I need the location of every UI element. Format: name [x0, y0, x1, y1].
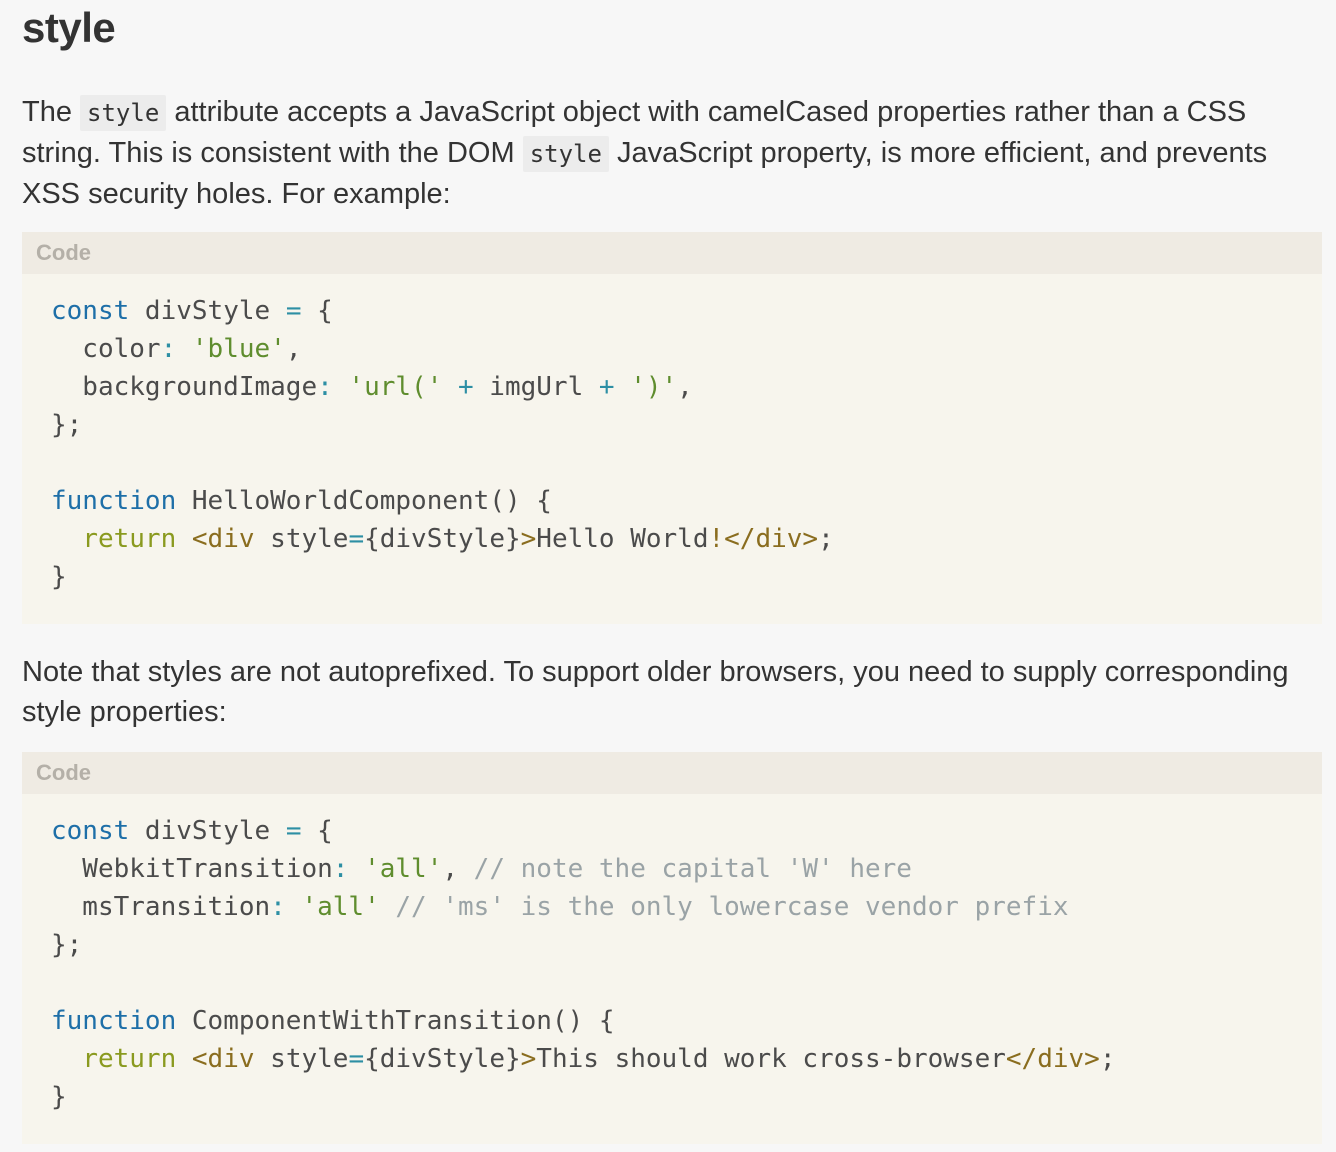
code-body[interactable]: const divStyle = { color: 'blue', backgr… [22, 274, 1322, 596]
code-token: Hello World [536, 524, 709, 554]
doc-page: style The style attribute accepts a Java… [0, 0, 1336, 1152]
code-token: const [51, 296, 130, 326]
code-token: ComponentWithTransition() { [176, 1006, 615, 1036]
code-token: divStyle [129, 296, 286, 326]
code-line: } [51, 558, 1322, 596]
code-token: This should work cross-browser [536, 1044, 1006, 1074]
code-token: + [458, 372, 474, 402]
inline-code-style: style [522, 136, 609, 172]
code-line: color: 'blue', [51, 330, 1322, 368]
code-token: <div [191, 1044, 255, 1074]
code-token: WebkitTransition [51, 854, 333, 884]
autoprefix-note-paragraph: Note that styles are not autoprefixed. T… [22, 656, 1289, 728]
code-line: msTransition: 'all' // 'ms' is the only … [51, 888, 1322, 926]
code-token: color [51, 334, 161, 364]
code-token: <div [191, 524, 255, 554]
code-token: </div> [1005, 1044, 1100, 1074]
code-token: imgUrl [473, 372, 599, 402]
code-token: : [332, 854, 349, 884]
code-line: }; [51, 926, 1322, 964]
code-token: = [348, 1044, 365, 1074]
code-token: = [348, 524, 365, 554]
code-token: , [442, 854, 474, 884]
code-token: 'all' [364, 854, 443, 884]
intro-paragraph: The style attribute accepts a JavaScript… [22, 92, 1322, 214]
code-token: { [301, 296, 333, 326]
code-token: 'blue' [191, 334, 286, 364]
code-token: , [677, 372, 693, 402]
code-token: : [160, 334, 177, 364]
code-token: : [270, 892, 286, 922]
code-token: {divStyle} [364, 524, 521, 554]
code-token: function [51, 1006, 177, 1036]
code-body[interactable]: const divStyle = { WebkitTransition: 'al… [22, 794, 1322, 1116]
section-heading: style [22, 4, 116, 51]
code-block-vendor-prefix-example: Code const divStyle = { WebkitTransition… [22, 752, 1322, 1144]
code-token: ; [1099, 1044, 1116, 1074]
code-token: {divStyle} [364, 1044, 521, 1074]
para-text: The [22, 96, 81, 128]
code-block-style-example: Code const divStyle = { color: 'blue', b… [22, 232, 1322, 624]
code-token: backgroundImage [51, 372, 318, 402]
code-block-label: Code [22, 232, 1322, 274]
code-line: WebkitTransition: 'all', // note the cap… [51, 850, 1322, 888]
code-token: } [51, 562, 67, 592]
code-token: !</div> [708, 524, 819, 554]
code-token: }; [51, 930, 83, 960]
code-token: style [254, 1044, 349, 1074]
inline-code-style: style [80, 95, 167, 131]
code-token: > [520, 524, 537, 554]
code-token: // 'ms' is the only lowercase vendor pre… [395, 892, 1069, 922]
code-line: return <div style={divStyle}>Hello World… [51, 520, 1322, 558]
code-token: } [51, 1082, 67, 1112]
code-line: const divStyle = { [51, 292, 1322, 330]
code-token: divStyle [129, 816, 286, 846]
code-token: const [51, 816, 130, 846]
code-token: }; [51, 410, 83, 440]
code-token: = [285, 296, 302, 326]
code-token: ')' [630, 372, 678, 402]
code-line: backgroundImage: 'url(' + imgUrl + ')', [51, 368, 1322, 406]
code-token: style [254, 524, 349, 554]
code-token: { [301, 816, 333, 846]
code-line: } [51, 1078, 1322, 1116]
code-token: return [82, 1044, 177, 1074]
code-token: + [598, 372, 615, 402]
code-line: const divStyle = { [51, 812, 1322, 850]
code-token: , [285, 334, 302, 364]
code-token: msTransition [51, 892, 271, 922]
code-token: ; [818, 524, 834, 554]
code-token: 'all' [301, 892, 380, 922]
code-token: return [82, 524, 177, 554]
code-line: return <div style={divStyle}>This should… [51, 1040, 1322, 1078]
code-token: : [317, 372, 333, 402]
code-token: 'url(' [348, 372, 443, 402]
code-token: HelloWorldComponent() { [176, 486, 552, 516]
code-line: function ComponentWithTransition() { [51, 1002, 1322, 1040]
code-line: function HelloWorldComponent() { [51, 482, 1322, 520]
code-token: = [285, 816, 302, 846]
code-token: // note the capital 'W' here [473, 854, 912, 884]
code-block-label: Code [22, 752, 1322, 794]
code-token: function [51, 486, 177, 516]
code-token: > [520, 1044, 537, 1074]
code-line: }; [51, 406, 1322, 444]
